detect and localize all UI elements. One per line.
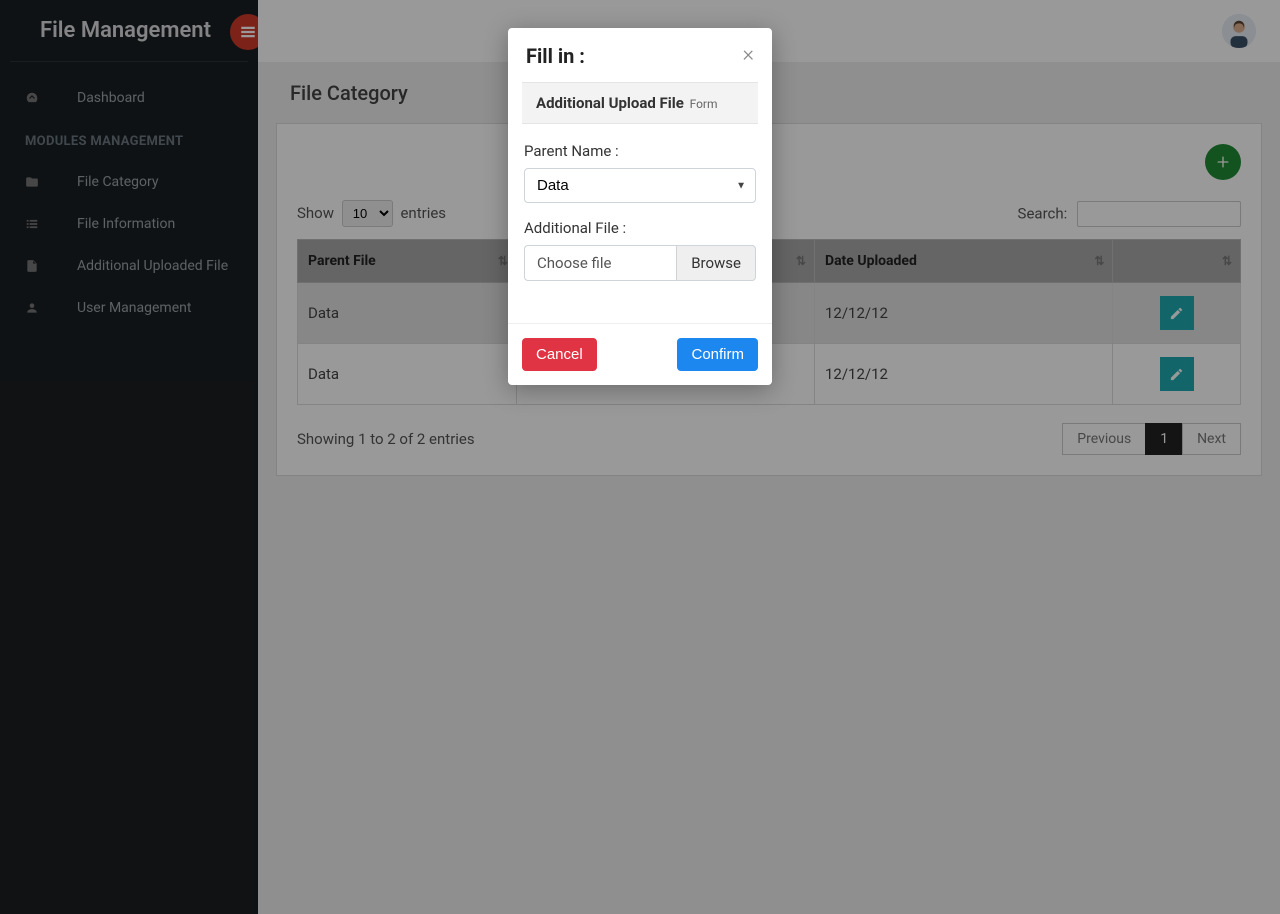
file-input[interactable]: Choose file Browse	[524, 245, 756, 281]
form-title: Additional Upload File Form	[522, 82, 758, 124]
upload-modal: Fill in : × Additional Upload File Form …	[508, 28, 772, 385]
cancel-button[interactable]: Cancel	[522, 338, 597, 371]
modal-title: Fill in :	[526, 44, 585, 68]
modal-close-button[interactable]: ×	[742, 44, 754, 66]
parent-name-label: Parent Name :	[524, 142, 756, 160]
file-input-placeholder: Choose file	[524, 245, 676, 281]
confirm-button[interactable]: Confirm	[677, 338, 758, 371]
additional-file-label: Additional File :	[524, 219, 756, 237]
browse-button[interactable]: Browse	[676, 245, 756, 281]
parent-name-select[interactable]: Data	[524, 168, 756, 203]
